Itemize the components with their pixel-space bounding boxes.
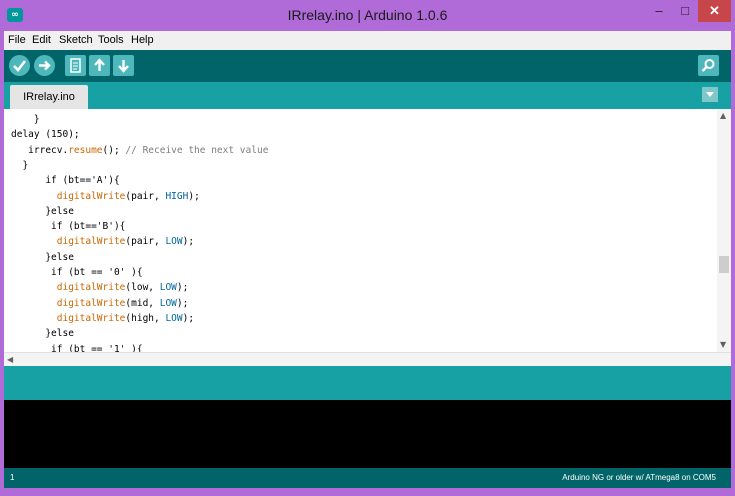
- vertical-scroll-thumb[interactable]: [719, 256, 729, 273]
- new-button[interactable]: [65, 55, 86, 76]
- code-line: }else: [11, 326, 74, 341]
- code-token: }else: [11, 251, 74, 263]
- vertical-scrollbar[interactable]: ▲ ▼: [717, 109, 731, 352]
- code-token: );: [176, 282, 189, 294]
- code-token: LOW: [159, 282, 177, 294]
- code-token: }: [11, 159, 29, 171]
- code-token: irrecv.: [11, 144, 69, 156]
- toolbar: [4, 50, 731, 82]
- board-info: Arduino NG or older w/ ATmega8 on COM5: [562, 473, 716, 482]
- code-token: LOW: [165, 236, 183, 248]
- footer-bar: 1 Arduino NG or older w/ ATmega8 on COM5: [4, 468, 731, 488]
- arrow-up-icon: [94, 58, 105, 71]
- line-number: 1: [10, 473, 15, 482]
- window-title: IRrelay.ino | Arduino 1.0.6: [287, 7, 448, 23]
- menu-edit[interactable]: Edit: [32, 31, 51, 50]
- code-token: digitalWrite: [56, 236, 126, 248]
- status-bar: [4, 366, 731, 400]
- code-line: delay (150);: [11, 127, 80, 142]
- code-token: delay (150);: [11, 129, 80, 141]
- title-bar[interactable]: ∞ IRrelay.ino | Arduino 1.0.6 – □ ✕: [0, 0, 735, 31]
- save-button[interactable]: [113, 55, 134, 76]
- code-line: digitalWrite(pair, HIGH);: [11, 189, 200, 204]
- minimize-button[interactable]: –: [646, 0, 672, 22]
- code-token: (mid,: [125, 297, 160, 309]
- console-output[interactable]: [4, 400, 731, 468]
- verify-button[interactable]: [9, 55, 30, 76]
- code-token: );: [182, 312, 195, 324]
- code-token: digitalWrite: [56, 312, 126, 324]
- tab-bar: IRrelay.ino: [4, 82, 731, 109]
- code-token: if (bt == '1' ){: [11, 343, 143, 353]
- maximize-button[interactable]: □: [672, 0, 698, 22]
- magnifier-icon: [701, 59, 715, 72]
- code-line: if (bt == '1' ){: [11, 342, 143, 353]
- code-token: );: [176, 297, 189, 309]
- code-token: (pair,: [125, 236, 166, 248]
- code-token: );: [182, 236, 195, 248]
- tab-irrelay[interactable]: IRrelay.ino: [10, 85, 88, 109]
- code-line: }: [11, 158, 28, 173]
- code-token: }else: [11, 328, 74, 340]
- horizontal-scrollbar[interactable]: ◀: [4, 352, 731, 366]
- code-line: if (bt=='A'){: [11, 173, 120, 188]
- code-line: }: [11, 112, 40, 127]
- code-token: HIGH: [165, 190, 189, 202]
- code-line: digitalWrite(pair, LOW);: [11, 234, 194, 249]
- code-token: );: [188, 190, 200, 202]
- code-line: digitalWrite(high, LOW);: [11, 311, 194, 326]
- code-token: resume: [68, 144, 103, 156]
- serial-monitor-button[interactable]: [698, 55, 719, 76]
- menu-help[interactable]: Help: [131, 31, 154, 50]
- tab-menu-button[interactable]: [702, 87, 718, 102]
- scroll-down-icon[interactable]: ▼: [720, 340, 726, 349]
- menu-sketch[interactable]: Sketch: [59, 31, 93, 50]
- scroll-left-icon[interactable]: ◀: [7, 355, 13, 364]
- code-token: }else: [11, 205, 74, 217]
- code-token: digitalWrite: [56, 297, 126, 309]
- arrow-down-icon: [118, 60, 129, 73]
- menu-file[interactable]: File: [8, 31, 26, 50]
- code-area[interactable]: } delay (150); irrecv.resume(); // Receiv…: [11, 109, 717, 352]
- chevron-down-icon: [706, 92, 714, 97]
- code-token: LOW: [159, 297, 177, 309]
- code-token: digitalWrite: [56, 282, 126, 294]
- code-token: (low,: [125, 282, 160, 294]
- code-token: (pair,: [125, 190, 166, 202]
- check-icon: [13, 60, 27, 72]
- code-line: if (bt=='B'){: [11, 219, 125, 234]
- new-file-icon: [70, 58, 81, 73]
- code-token: if (bt == '0' ){: [11, 267, 143, 278]
- code-line: }else: [11, 204, 74, 219]
- open-button[interactable]: [89, 55, 110, 76]
- code-token: if (bt=='A'){: [11, 175, 120, 187]
- code-line: if (bt == '0' ){: [11, 265, 143, 280]
- code-token: digitalWrite: [56, 190, 126, 202]
- code-line: }else: [11, 250, 74, 265]
- code-token: if (bt=='B'){: [11, 221, 126, 233]
- close-button[interactable]: ✕: [698, 0, 731, 22]
- code-line: irrecv.resume(); // Receive the next val…: [11, 143, 268, 158]
- code-token: }: [11, 114, 40, 125]
- code-token: ();: [102, 144, 126, 156]
- scroll-up-icon[interactable]: ▲: [720, 111, 726, 120]
- code-token: LOW: [165, 312, 183, 324]
- code-line: digitalWrite(mid, LOW);: [11, 296, 189, 311]
- arrow-right-icon: [39, 60, 51, 71]
- code-token: (high,: [125, 312, 166, 324]
- code-token: // Receive the next value: [125, 144, 269, 156]
- menu-tools[interactable]: Tools: [98, 31, 124, 50]
- menu-bar: File Edit Sketch Tools Help: [4, 31, 731, 50]
- code-editor[interactable]: } delay (150); irrecv.resume(); // Receiv…: [4, 109, 731, 352]
- upload-button[interactable]: [34, 55, 55, 76]
- code-line: digitalWrite(low, LOW);: [11, 280, 189, 295]
